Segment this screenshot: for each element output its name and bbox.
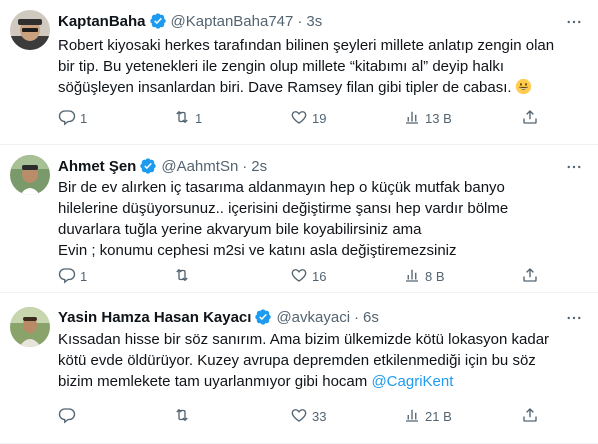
views-bar-chart-icon [403, 406, 421, 427]
reply-bubble-icon [58, 108, 76, 129]
tweet-feed: KaptanBaha @KaptanBaha747 · 3s Robert ki… [0, 0, 598, 444]
retweet-button[interactable]: 1 [173, 108, 202, 128]
tweet[interactable]: Ahmet Şen @AahmtSn · 2s Bir de ev alırke… [0, 145, 598, 293]
view-count: 8 B [425, 268, 445, 284]
tweet-text: Robert kiyosaki herkes tarafından biline… [58, 35, 586, 98]
tweet-header: Ahmet Şen @AahmtSn · 2s [58, 155, 267, 177]
tweet-text-line: Bir de ev alırken iç tasarıma aldanmayın… [58, 179, 505, 196]
reply-bubble-icon [58, 266, 76, 287]
separator-dot: · [242, 157, 248, 175]
views-button[interactable]: 13 B [403, 108, 452, 128]
more-horizontal-icon[interactable] [564, 157, 584, 177]
tweet-text-line: hilelerine düşüyorsunuz.. içerisini deği… [58, 200, 509, 217]
like-button[interactable]: 16 [290, 266, 326, 286]
share-upload-icon [521, 406, 539, 427]
view-count: 13 B [425, 110, 452, 126]
tweet-text-segment: söğüşleyen insanlardan biri. Dave Ramsey… [58, 79, 512, 96]
heart-icon [290, 406, 308, 427]
tweet-actions: 33 21 B [58, 406, 538, 426]
tweet-text-line: söğüşleyen insanlardan biri. Dave Ramsey… [58, 77, 586, 98]
more-horizontal-icon[interactable] [564, 308, 584, 328]
tweet-text-line: kötü evde öldürüyor. Kuzey avrupa deprem… [58, 352, 536, 369]
tweet-text-line: bir tip. Bu yetenekleri ile zengin olup … [58, 58, 505, 75]
separator-dot: · [297, 12, 303, 30]
mention-link[interactable]: @CagriKent [371, 373, 453, 390]
reply-button[interactable]: 1 [58, 108, 87, 128]
reply-button[interactable]: 1 [58, 266, 87, 286]
author-name[interactable]: KaptanBaha [58, 13, 146, 30]
tweet-text-line: Robert kiyosaki herkes tarafından biline… [58, 37, 555, 54]
like-count: 19 [312, 110, 327, 126]
heart-icon [290, 108, 308, 129]
heart-icon [290, 266, 308, 287]
like-count: 16 [312, 268, 327, 284]
tweet-header: Yasin Hamza Hasan Kayacı @avkayaci · 6s [58, 306, 379, 328]
tweet[interactable]: KaptanBaha @KaptanBaha747 · 3s Robert ki… [0, 0, 598, 145]
author-handle[interactable]: @KaptanBaha747 [171, 13, 294, 30]
separator-dot: · [354, 308, 360, 326]
more-horizontal-icon[interactable] [564, 12, 584, 32]
share-upload-icon [521, 266, 539, 287]
retweet-icon [173, 406, 191, 427]
retweet-button[interactable] [173, 266, 195, 286]
retweet-icon [173, 266, 191, 287]
tweet-text-segment: bizim memlekete tam uyarlanmıyor gibi ho… [58, 373, 368, 390]
view-count: 21 B [425, 408, 452, 424]
timestamp[interactable]: 6s [363, 309, 379, 326]
verified-badge-icon [149, 12, 167, 30]
tweet-text-line: Kıssadan hisse bir söz sanırım. Ama bizi… [58, 331, 550, 348]
tweet-actions: 1 1 19 13 B [58, 108, 538, 128]
reply-bubble-icon [58, 406, 76, 427]
share-upload-icon [521, 108, 539, 129]
tweet-header: KaptanBaha @KaptanBaha747 · 3s [58, 10, 322, 32]
share-button[interactable] [521, 266, 539, 286]
views-button[interactable]: 21 B [403, 406, 452, 426]
grinning-face-emoji [515, 78, 532, 95]
tweet-text: Kıssadan hisse bir söz sanırım. Ama bizi… [58, 329, 586, 392]
reply-count: 1 [80, 268, 88, 284]
tweet[interactable]: Yasin Hamza Hasan Kayacı @avkayaci · 6s … [0, 293, 598, 444]
tweet-text: Bir de ev alırken iç tasarıma aldanmayın… [58, 177, 586, 261]
verified-badge-icon [139, 157, 157, 175]
share-button[interactable] [521, 108, 539, 128]
author-handle[interactable]: @avkayaci [276, 309, 350, 326]
like-button[interactable]: 19 [290, 108, 326, 128]
retweet-button[interactable] [173, 406, 195, 426]
tweet-text-line: Evin ; konumu cephesi m2si ve katını asl… [58, 242, 457, 259]
timestamp[interactable]: 3s [306, 13, 322, 30]
like-button[interactable]: 33 [290, 406, 326, 426]
retweet-count: 1 [195, 110, 203, 126]
retweet-icon [173, 108, 191, 129]
tweet-actions: 1 16 8 B [58, 266, 538, 286]
share-button[interactable] [521, 406, 539, 426]
views-button[interactable]: 8 B [403, 266, 445, 286]
avatar[interactable] [10, 307, 50, 347]
timestamp[interactable]: 2s [251, 158, 267, 175]
tweet-text-line: bizim memlekete tam uyarlanmıyor gibi ho… [58, 371, 586, 392]
author-name[interactable]: Yasin Hamza Hasan Kayacı [58, 309, 251, 326]
verified-badge-icon [254, 308, 272, 326]
reply-count: 1 [80, 110, 88, 126]
author-name[interactable]: Ahmet Şen [58, 158, 136, 175]
reply-button[interactable] [58, 406, 80, 426]
author-handle[interactable]: @AahmtSn [161, 158, 238, 175]
tweet-text-line: duvarlara tuğla yerine akvaryum bile koy… [58, 221, 422, 238]
views-bar-chart-icon [403, 266, 421, 287]
avatar[interactable] [10, 10, 50, 50]
like-count: 33 [312, 408, 327, 424]
avatar[interactable] [10, 155, 50, 195]
views-bar-chart-icon [403, 108, 421, 129]
